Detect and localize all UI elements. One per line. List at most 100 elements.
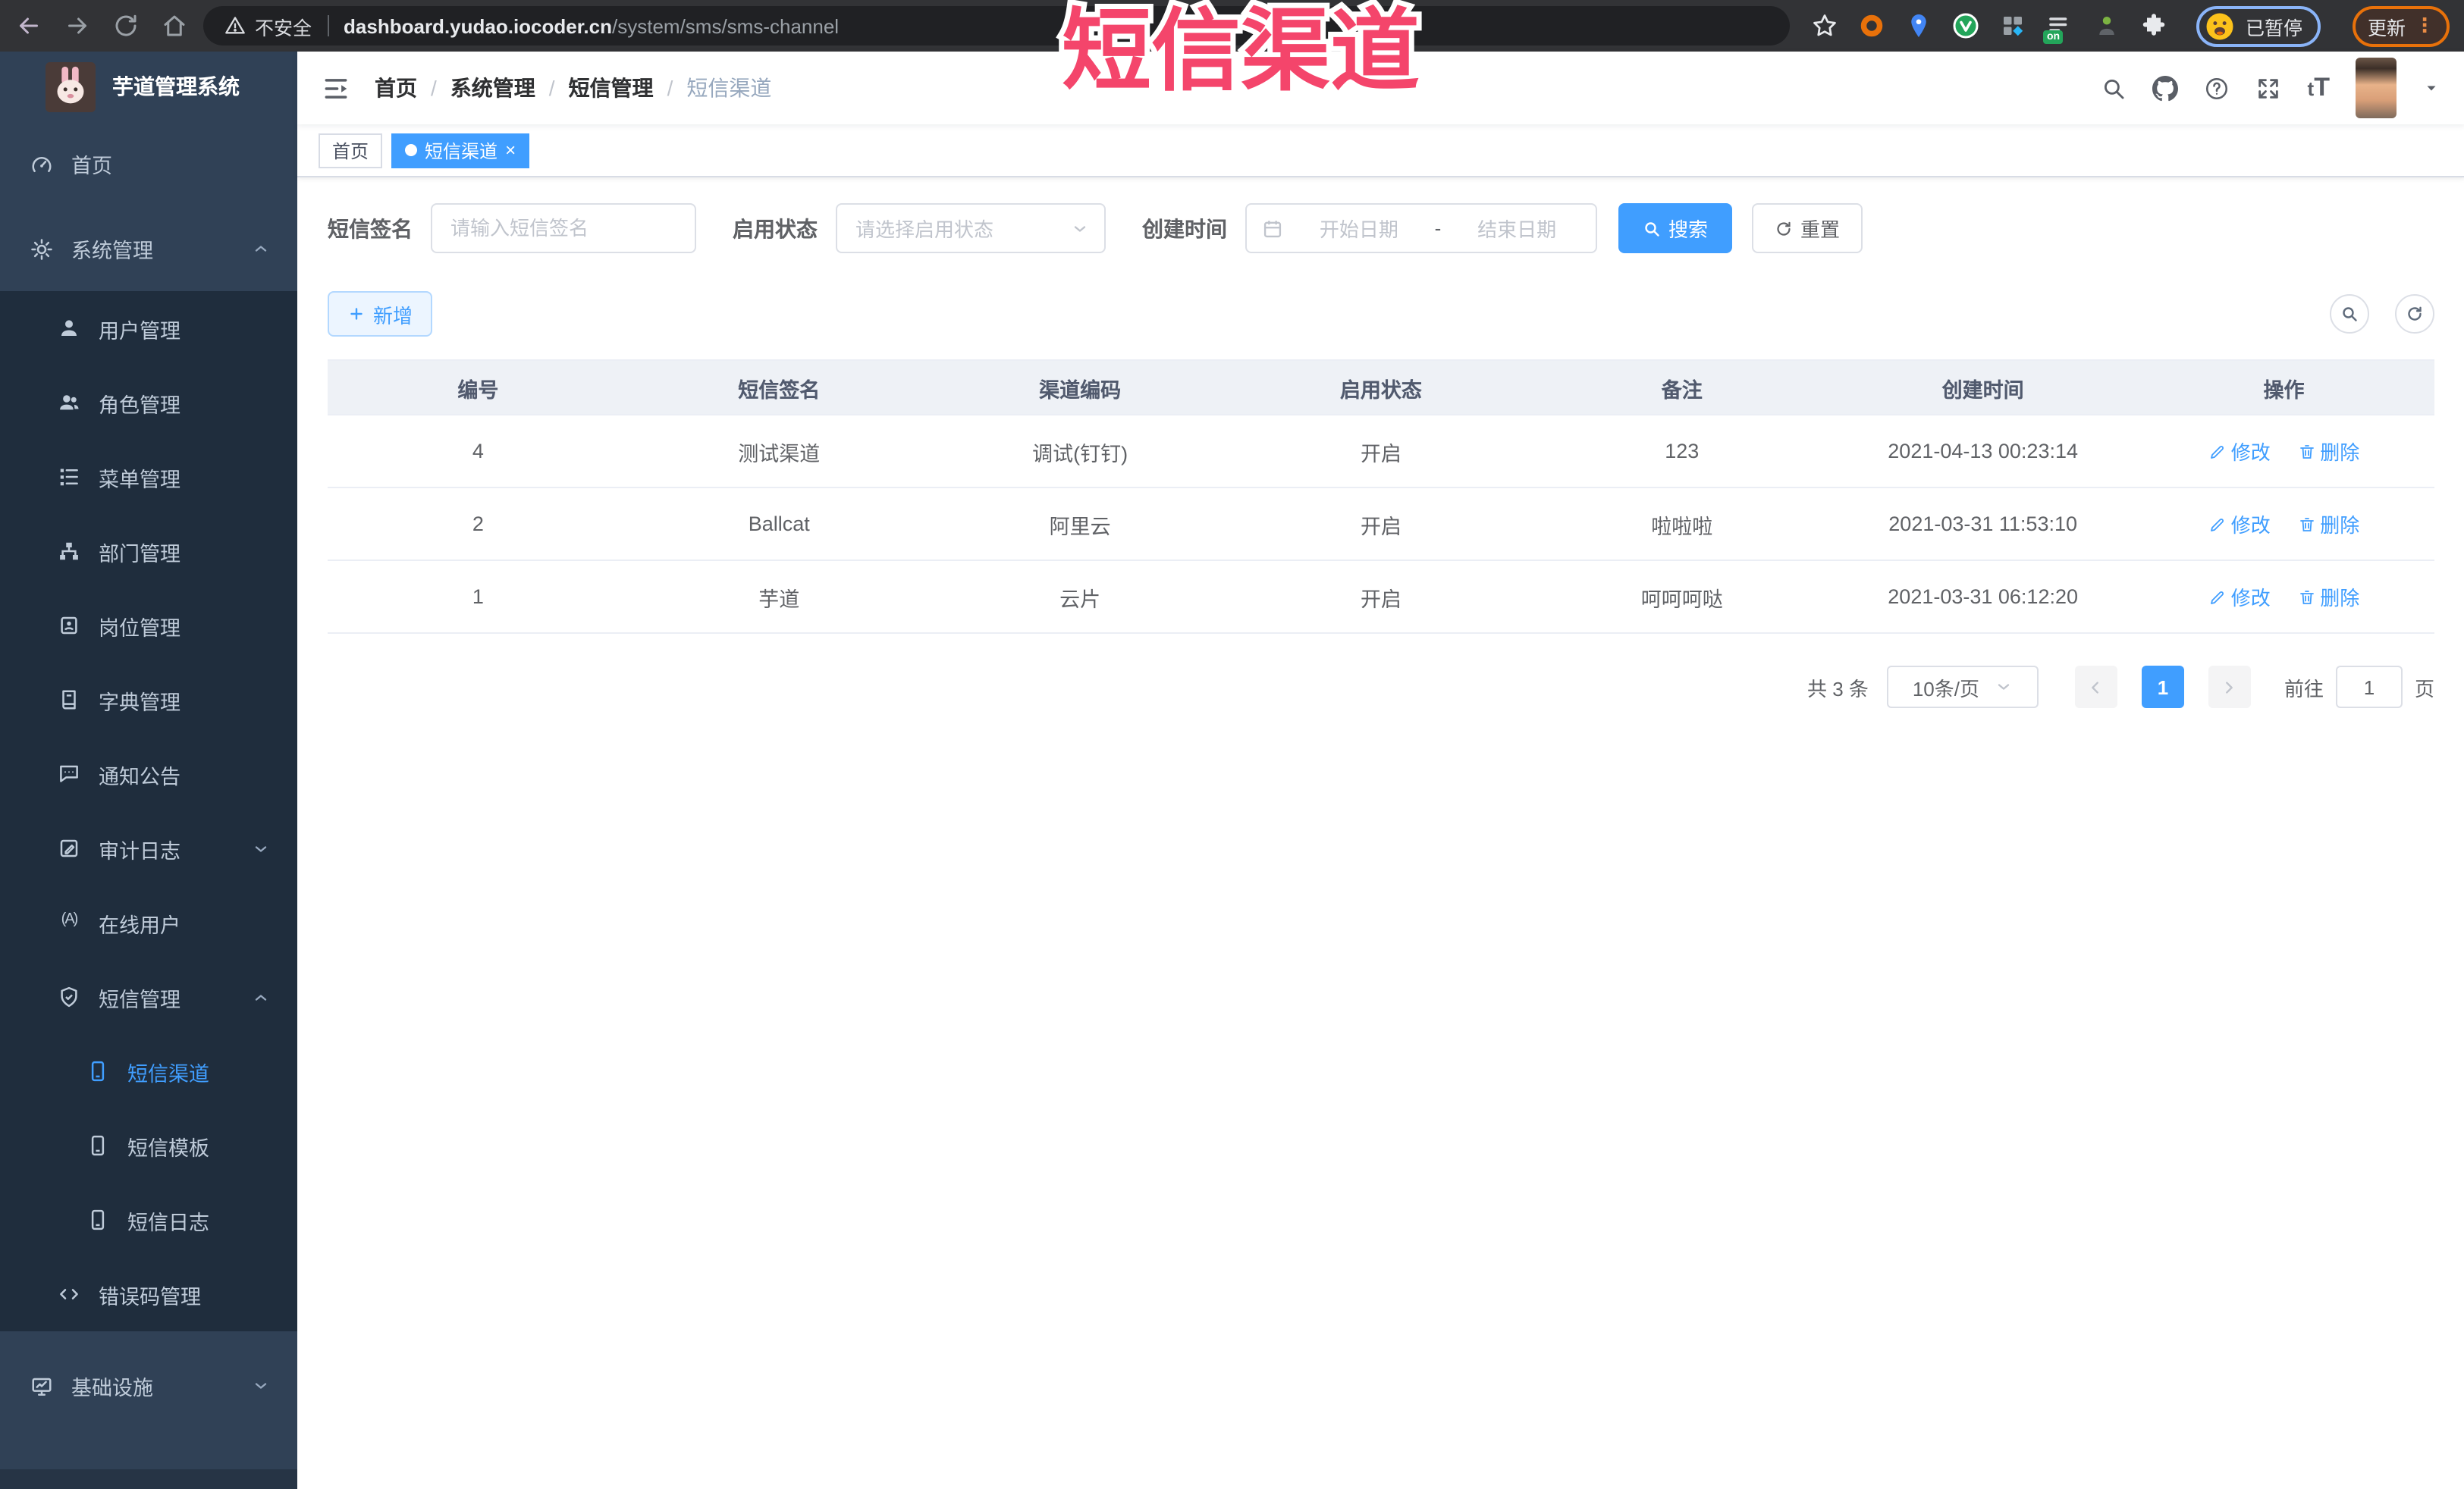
fullscreen-icon[interactable] xyxy=(2256,75,2282,101)
cell-created: 2021-03-31 06:12:20 xyxy=(1832,560,2134,634)
navbar-actions: tT xyxy=(2101,58,2440,118)
date-range-picker[interactable]: 开始日期 - 结束日期 xyxy=(1245,203,1597,253)
menu-tree-icon xyxy=(60,469,78,486)
edit-link[interactable]: 修改 xyxy=(2208,437,2271,466)
extension-green-figure-icon[interactable] xyxy=(2094,12,2121,39)
reset-button[interactable]: 重置 xyxy=(1752,203,1863,253)
reload-icon[interactable] xyxy=(112,12,140,39)
sidebar-item-posts[interactable]: 岗位管理 xyxy=(0,588,297,663)
bookmark-star-icon[interactable] xyxy=(1812,12,1839,39)
sidebar-item-system[interactable]: 系统管理 xyxy=(0,206,297,291)
user-avatar[interactable] xyxy=(2356,58,2397,118)
search-button[interactable]: 搜索 xyxy=(1618,203,1733,253)
delete-link[interactable]: 删除 xyxy=(2297,582,2359,611)
tag-close-icon[interactable]: × xyxy=(505,141,516,159)
refresh-icon xyxy=(1777,221,1791,235)
breadcrumb-sms[interactable]: 短信管理 xyxy=(569,73,654,103)
search-icon[interactable] xyxy=(2101,75,2127,101)
browser-profile-chip[interactable]: 已暂停 xyxy=(2196,5,2321,46)
status-select[interactable]: 请选择启用状态 xyxy=(836,203,1106,253)
user-icon xyxy=(61,320,77,336)
update-label: 更新 xyxy=(2367,17,2406,39)
breadcrumb-system[interactable]: 系统管理 xyxy=(450,73,535,103)
breadcrumb-separator: / xyxy=(667,76,673,100)
forward-icon[interactable] xyxy=(64,12,91,39)
github-icon[interactable] xyxy=(2152,75,2179,101)
sidebar-item-label: 在线用户 xyxy=(99,914,180,936)
browser-update-button[interactable]: 更新 ⋮ xyxy=(2352,5,2450,46)
page-size-select[interactable]: 10条/页 xyxy=(1886,666,2039,708)
browser-toolbar: 不安全 dashboard.yudao.iocoder.cn /system/s… xyxy=(0,0,2464,52)
audit-log-icon xyxy=(60,839,78,857)
edit-pencil-icon xyxy=(2210,518,2224,531)
col-header-signature: 短信签名 xyxy=(628,359,930,415)
sidebar-item-infrastructure[interactable]: 基础设施 xyxy=(0,1343,297,1428)
extension-orange-ring-icon[interactable] xyxy=(1859,12,1886,39)
sidebar-item-label: 菜单管理 xyxy=(99,468,180,491)
sidebar-item-label: 岗位管理 xyxy=(99,616,180,639)
sidebar-item-users[interactable]: 用户管理 xyxy=(0,291,297,365)
add-button[interactable]: 新增 xyxy=(328,291,433,337)
extension-pin-icon[interactable] xyxy=(1906,12,1933,39)
help-icon[interactable] xyxy=(2205,75,2230,101)
extensions-puzzle-icon[interactable] xyxy=(2141,12,2168,39)
col-header-actions: 操作 xyxy=(2133,359,2434,415)
page-number-current[interactable]: 1 xyxy=(2141,666,2184,708)
sidebar-item-error-codes[interactable]: 错误码管理 xyxy=(0,1257,297,1331)
sidebar-item-online-users[interactable]: (A) 在线用户 xyxy=(0,886,297,960)
tag-sms-channel[interactable]: 短信渠道 × xyxy=(391,133,530,168)
goto-page-input[interactable] xyxy=(2335,666,2403,708)
edit-link[interactable]: 修改 xyxy=(2208,582,2271,611)
sidebar-item-label: 部门管理 xyxy=(99,542,180,565)
sidebar-item-audit-logs[interactable]: 审计日志 xyxy=(0,811,297,886)
search-icon xyxy=(2343,307,2357,321)
delete-link[interactable]: 删除 xyxy=(2297,509,2359,538)
font-size-icon[interactable]: tT xyxy=(2308,73,2330,103)
address-bar[interactable]: 不安全 dashboard.yudao.iocoder.cn /system/s… xyxy=(203,6,1791,45)
edit-link[interactable]: 修改 xyxy=(2208,509,2271,538)
prev-page-button[interactable] xyxy=(2074,666,2117,708)
top-navbar: 首页 / 系统管理 / 短信管理 / 短信渠道 tT xyxy=(297,52,2464,124)
sidebar-item-sms-log[interactable]: 短信日志 xyxy=(0,1183,297,1257)
goto-label: 前往 xyxy=(2284,677,2324,700)
next-page-button[interactable] xyxy=(2208,666,2251,708)
edit-pencil-icon xyxy=(2210,445,2224,458)
signature-input[interactable] xyxy=(431,203,696,253)
sidebar-item-roles[interactable]: 角色管理 xyxy=(0,365,297,440)
extension-switch-icon[interactable]: on xyxy=(2043,12,2074,44)
sidebar-item-label: 通知公告 xyxy=(99,765,180,788)
sidebar-item-sms[interactable]: 短信管理 xyxy=(0,960,297,1034)
page-content: 短信签名 启用状态 请选择启用状态 创建时间 开始日期 - 结束日期 xyxy=(297,177,2464,1489)
app-logo[interactable]: 芋道管理系统 xyxy=(0,52,297,121)
tag-home[interactable]: 首页 xyxy=(319,133,383,168)
back-icon[interactable] xyxy=(15,12,42,39)
extension-grid-icon[interactable] xyxy=(2000,12,2027,39)
browser-menu-dots-icon[interactable]: ⋮ xyxy=(2415,14,2434,38)
pagination-total: 共 3 条 xyxy=(1807,677,1869,700)
delete-link[interactable]: 删除 xyxy=(2297,437,2359,466)
breadcrumb-home[interactable]: 首页 xyxy=(375,73,417,103)
sidebar-item-sms-template[interactable]: 短信模板 xyxy=(0,1108,297,1183)
avatar-caret-down-icon[interactable] xyxy=(2422,79,2440,97)
toggle-search-button[interactable] xyxy=(2330,294,2369,334)
home-icon[interactable] xyxy=(161,12,188,39)
hamburger-icon[interactable] xyxy=(322,74,350,102)
sidebar-item-departments[interactable]: 部门管理 xyxy=(0,514,297,588)
chevron-down-icon xyxy=(1074,225,1086,231)
sidebar-item-home[interactable]: 首页 xyxy=(0,121,297,206)
sidebar-item-dicts[interactable]: 字典管理 xyxy=(0,663,297,737)
cell-remark: 呵呵呵哒 xyxy=(1531,560,1833,634)
refresh-table-button[interactable] xyxy=(2395,294,2434,334)
cell-actions: 修改 删除 xyxy=(2133,415,2434,488)
edit-pencil-icon xyxy=(2210,591,2224,603)
sidebar-item-label: 角色管理 xyxy=(99,393,180,416)
sidebar-item-menus[interactable]: 菜单管理 xyxy=(0,440,297,514)
end-date-placeholder: 结束日期 xyxy=(1477,218,1557,241)
extension-green-check-icon[interactable] xyxy=(1953,12,1980,39)
start-date-placeholder: 开始日期 xyxy=(1319,218,1398,241)
sidebar-item-sms-channel[interactable]: 短信渠道 xyxy=(0,1034,297,1108)
sidebar-item-notices[interactable]: 通知公告 xyxy=(0,737,297,811)
chevron-down-icon xyxy=(1998,684,2010,690)
cell-status: 开启 xyxy=(1230,487,1532,561)
status-select-placeholder: 请选择启用状态 xyxy=(855,218,994,241)
